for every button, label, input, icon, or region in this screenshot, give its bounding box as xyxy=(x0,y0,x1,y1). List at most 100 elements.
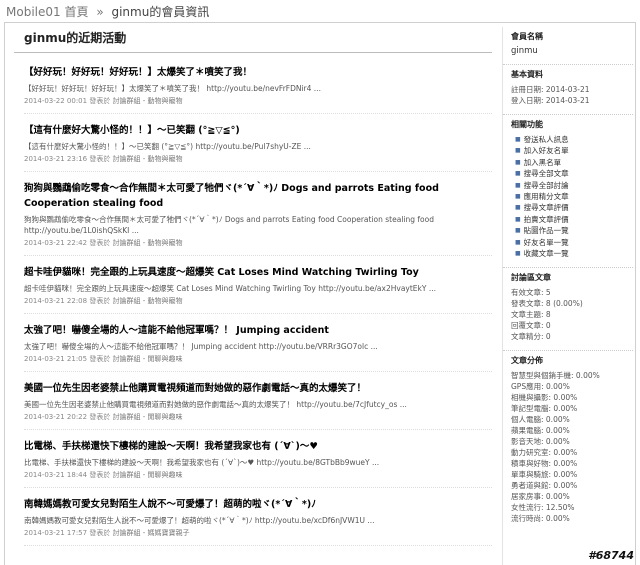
post-excerpt: 狗狗與鸚鵡偷吃零食～合作無間＊太可愛了牠們ヾ(*´∀｀*)ﾉ Dogs and … xyxy=(24,215,434,235)
post-title-link[interactable]: 南韓媽媽教可愛女兒對陌生人說不～可愛爆了！超萌的啦ヾ(*´∀｀*)ﾉ xyxy=(24,497,492,512)
post-date: 2014-03-21 21:05 xyxy=(24,355,88,363)
post-meta: 2014-03-21 22:42 發表於 討論群組 - 動物與寵物 xyxy=(24,238,492,256)
member-name-section: 會員名稱 ginmu xyxy=(503,27,633,65)
post-item: 【好好玩！好好玩！好好玩！】太爆笑了＊噴笑了我！ 【好好玩！好好玩！好好玩！】太… xyxy=(24,65,492,114)
forum-stat: 文章精分: 0 xyxy=(511,332,551,342)
post-action: 發表於 xyxy=(89,239,111,247)
image-watermark: #68744 xyxy=(588,549,634,562)
forum-stats-heading: 討論區文章 xyxy=(511,273,551,283)
function-link[interactable]: ■ 應用精分文章 xyxy=(511,191,633,202)
login-date: 登入日期: 2014-03-21 xyxy=(511,96,590,105)
distribution-item: 居家房事: 0.00% xyxy=(511,492,570,502)
post-title-link[interactable]: 太強了吧！嚇傻全場的人～這能不給他冠軍嗎？！ Jumping accident xyxy=(24,323,492,338)
bullet-icon: ■ xyxy=(515,170,521,178)
post-title-link[interactable]: 超卡哇伊貓咪！完全跟的上玩具速度～超爆笑 Cat Loses Mind Watc… xyxy=(24,265,492,280)
post-meta: 2014-03-21 17:57 發表於 討論群組 - 媽媽寶寶親子 xyxy=(24,528,492,546)
post-item: 【這有什麼好大驚小怪的！！】～已笑翻 (°≧▽≦°) 【這有什麼好大驚小怪的！！… xyxy=(24,123,492,172)
post-category-link[interactable]: 討論群組 - 動物與寵物 xyxy=(113,97,183,105)
post-date: 2014-03-21 23:16 xyxy=(24,155,88,163)
distribution-item: 女性流行: 12.50% xyxy=(511,503,575,513)
post-item: 太強了吧！嚇傻全場的人～這能不給他冠軍嗎？！ Jumping accident … xyxy=(24,323,492,372)
post-excerpt: 超卡哇伊貓咪！完全跟的上玩具速度～超爆笑 Cat Loses Mind Watc… xyxy=(24,284,436,293)
post-excerpt: 比電梯、手扶梯還快下樓梯的建設～天啊！我希望我家也有 (´∀`)～♥ http:… xyxy=(24,458,380,467)
member-name-heading: 會員名稱 xyxy=(511,32,543,41)
post-action: 發表於 xyxy=(89,529,111,537)
distribution-item: 相機與攝影: 0.00% xyxy=(511,393,578,403)
post-excerpt: 南韓媽媽教可愛女兒對陌生人說不～可愛爆了！超萌的啦ヾ(*´∀｀*)ﾉ http:… xyxy=(24,516,375,525)
forum-stat: 發表文章: 8 (0.00%) xyxy=(511,299,583,309)
bullet-icon: ■ xyxy=(515,227,521,235)
post-date: 2014-03-21 22:42 xyxy=(24,239,88,247)
distribution-item: 影音天地: 0.00% xyxy=(511,437,570,447)
main-content: ginmu的近期活動 【好好玩！好好玩！好好玩！】太爆笑了＊噴笑了我！ 【好好玩… xyxy=(14,27,492,565)
post-category-link[interactable]: 討論群組 - 動物與寵物 xyxy=(113,155,183,163)
post-action: 發表於 xyxy=(89,413,111,421)
post-title-link[interactable]: 美國一位先生因老婆禁止他購買電視頻道而對她做的惡作劇電話～真的太爆笑了！ xyxy=(24,381,492,396)
post-date: 2014-03-21 22:08 xyxy=(24,297,88,305)
function-link[interactable]: ■ 搜尋全部討論 xyxy=(511,180,633,191)
member-username: ginmu xyxy=(511,46,538,56)
distribution-item: 積車與好物: 0.00% xyxy=(511,459,578,469)
post-title-link[interactable]: 狗狗與鸚鵡偷吃零食～合作無間＊太可愛了牠們ヾ(*´∀｀*)ﾉ Dogs and … xyxy=(24,181,492,211)
post-category-link[interactable]: 討論群組 - 媽媽寶寶親子 xyxy=(113,529,190,537)
function-link[interactable]: ■ 搜尋文章評價 xyxy=(511,202,633,213)
distribution-item: 個人電腦: 0.00% xyxy=(511,415,570,425)
post-meta: 2014-03-21 23:16 發表於 討論群組 - 動物與寵物 xyxy=(24,154,492,172)
post-title-link[interactable]: 【好好玩！好好玩！好好玩！】太爆笑了＊噴笑了我！ xyxy=(24,65,492,80)
forum-stats-section: 討論區文章 有效文章: 5 發表文章: 8 (0.00%) 文章主題: 8 回覆… xyxy=(503,268,633,352)
basic-info-section: 基本資料 註冊日期: 2014-03-21 登入日期: 2014-03-21 xyxy=(503,65,633,115)
function-link[interactable]: ■ 好友名單一覽 xyxy=(511,237,633,248)
function-link[interactable]: ■ 貼圖作品一覽 xyxy=(511,225,633,236)
function-link[interactable]: ■ 加入好友名單 xyxy=(511,145,633,156)
bullet-icon: ■ xyxy=(515,147,521,155)
bullet-icon: ■ xyxy=(515,181,521,189)
distribution-item: 勇者道與館: 0.00% xyxy=(511,481,578,491)
bullet-icon: ■ xyxy=(515,136,521,143)
function-link[interactable]: ■ 搜尋全部文章 xyxy=(511,168,633,179)
function-link[interactable]: ■ 發送私人訊息 xyxy=(511,134,633,145)
post-item: 狗狗與鸚鵡偷吃零食～合作無間＊太可愛了牠們ヾ(*´∀｀*)ﾉ Dogs and … xyxy=(24,181,492,256)
function-link[interactable]: ■ 收藏文章一覽 xyxy=(511,248,633,259)
post-excerpt: 【好好玩！好好玩！好好玩！】太爆笑了＊噴笑了我！ http://youtu.be… xyxy=(24,84,321,93)
post-category-link[interactable]: 討論群組 - 閒聊與趣味 xyxy=(113,413,183,421)
post-meta: 2014-03-22 00:01 發表於 討論群組 - 動物與寵物 xyxy=(24,96,492,114)
post-category-link[interactable]: 討論群組 - 動物與寵物 xyxy=(113,297,183,305)
distribution-item: 智慧型與個銷手機: 0.00% xyxy=(511,371,600,381)
post-date: 2014-03-21 18:44 xyxy=(24,471,88,479)
function-link[interactable]: ■ 加入黑名單 xyxy=(511,157,633,168)
distribution-item: 單車與騎旅: 0.00% xyxy=(511,470,578,480)
forum-stat: 有效文章: 5 xyxy=(511,288,551,298)
post-meta: 2014-03-21 22:08 發表於 討論群組 - 動物與寵物 xyxy=(24,296,492,314)
distribution-heading: 文章分佈 xyxy=(511,356,543,366)
post-action: 發表於 xyxy=(89,155,111,163)
post-category-link[interactable]: 討論群組 - 閒聊與趣味 xyxy=(113,355,183,363)
distribution-item: 蘋果電腦: 0.00% xyxy=(511,426,570,436)
post-action: 發表於 xyxy=(89,355,111,363)
post-category-link[interactable]: 討論群組 - 閒聊與趣味 xyxy=(113,471,183,479)
post-title-link[interactable]: 【這有什麼好大驚小怪的！！】～已笑翻 (°≧▽≦°) xyxy=(24,123,492,138)
distribution-item: 動力研究室: 0.00% xyxy=(511,448,578,458)
functions-section: 相關功能 ■ 發送私人訊息 ■ 加入好友名單 ■ 加入黑名單 ■ 搜尋全部文章 ■ 搜尋全… xyxy=(503,115,633,269)
post-item: 美國一位先生因老婆禁止他購買電視頻道而對她做的惡作劇電話～真的太爆笑了！ 美國一… xyxy=(24,381,492,430)
post-action: 發表於 xyxy=(89,297,111,305)
function-link[interactable]: ■ 拍賣文章評價 xyxy=(511,214,633,225)
forum-stat: 回覆文章: 0 xyxy=(511,321,551,331)
breadcrumb-site-link[interactable]: Mobile01 xyxy=(6,5,61,19)
breadcrumb-separator: » xyxy=(96,5,104,19)
bullet-icon: ■ xyxy=(515,215,521,223)
breadcrumb: Mobile01 首頁 » ginmu的會員資訊 xyxy=(6,3,209,21)
post-excerpt: 【這有什麼好大驚小怪的！！】～已笑翻 (°≧▽≦°) http://youtu.… xyxy=(24,142,311,151)
post-category-link[interactable]: 討論群組 - 動物與寵物 xyxy=(113,239,183,247)
post-date: 2014-03-21 17:57 xyxy=(24,529,88,537)
post-title-link[interactable]: 比電梯、手扶梯還快下樓梯的建設～天啊！我希望我家也有 (´∀`)～♥ xyxy=(24,439,492,454)
breadcrumb-current: ginmu的會員資訊 xyxy=(111,5,210,19)
distribution-section: 文章分佈 智慧型與個銷手機: 0.00% GPS應用: 0.00% 相機與攝影:… xyxy=(503,351,633,532)
basic-info-heading: 基本資料 xyxy=(511,70,543,79)
breadcrumb-home-link[interactable]: 首頁 xyxy=(64,5,88,19)
bullet-icon: ■ xyxy=(515,250,521,258)
bullet-icon: ■ xyxy=(515,193,521,201)
page-title: ginmu的近期活動 xyxy=(14,27,492,53)
register-date: 註冊日期: 2014-03-21 xyxy=(511,85,590,94)
post-meta: 2014-03-21 18:44 發表於 討論群組 - 閒聊與趣味 xyxy=(24,470,492,488)
distribution-item: 筆記型電腦: 0.00% xyxy=(511,404,578,414)
